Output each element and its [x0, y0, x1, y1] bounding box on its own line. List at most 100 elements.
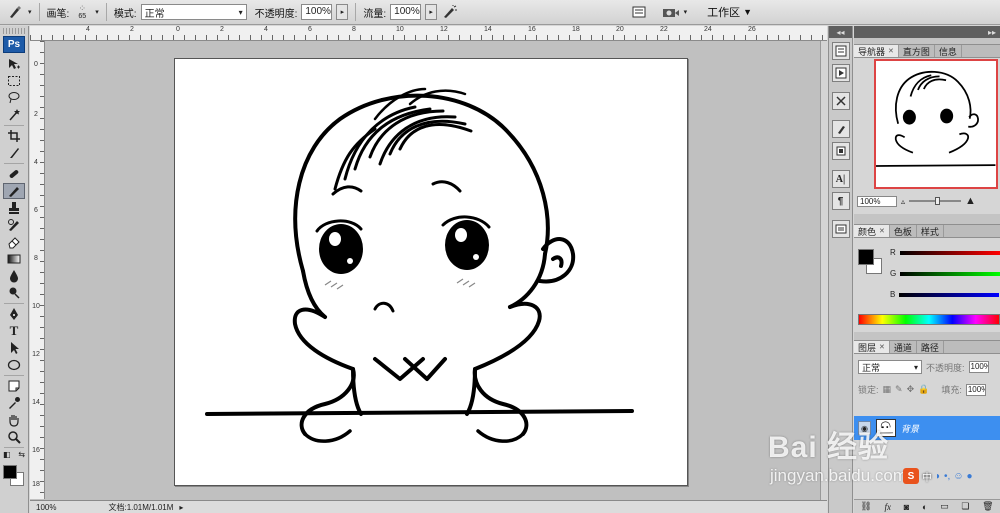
- shape-tool-icon[interactable]: [3, 357, 25, 373]
- close-icon[interactable]: ✕: [888, 47, 894, 55]
- fill-input[interactable]: 100%: [965, 383, 986, 396]
- lock-position-icon[interactable]: ✥: [907, 384, 915, 395]
- tab-channels[interactable]: 通道: [890, 341, 917, 353]
- brush-picker-arrow[interactable]: ▾: [95, 8, 99, 16]
- red-slider[interactable]: [899, 250, 1000, 255]
- lasso-tool-icon[interactable]: [3, 90, 25, 106]
- dodge-tool-icon[interactable]: [3, 285, 25, 301]
- paragraph-panel-icon[interactable]: ¶: [831, 192, 850, 210]
- tab-paths[interactable]: 路径: [917, 341, 944, 353]
- close-icon[interactable]: ✕: [879, 227, 885, 235]
- opacity-input[interactable]: 100%: [301, 4, 333, 20]
- brush-tool-icon[interactable]: [3, 183, 25, 199]
- brushes-panel-icon[interactable]: [831, 120, 850, 138]
- ps-logo[interactable]: Ps: [3, 36, 25, 53]
- flow-input[interactable]: 100%: [390, 4, 422, 20]
- brush-size-value: 65: [78, 12, 87, 20]
- navigator-zoom-input[interactable]: 100%: [857, 195, 897, 207]
- blue-slider[interactable]: [899, 292, 1000, 297]
- adjustment-layer-icon[interactable]: ◐: [922, 502, 927, 512]
- tab-color[interactable]: 颜色 ✕: [854, 225, 890, 237]
- slice-tool-icon[interactable]: [3, 145, 25, 161]
- move-tool-icon[interactable]: [3, 56, 25, 72]
- palette-well-icon[interactable]: [630, 3, 648, 21]
- clone-stamp-tool-icon[interactable]: [3, 200, 25, 216]
- horizontal-ruler[interactable]: 4 2 0 2 4 6 8 10 12 14 16 18 20 22 24 26: [30, 26, 827, 41]
- flow-slider-button[interactable]: ▸: [425, 4, 438, 20]
- path-select-tool-icon[interactable]: [3, 340, 25, 356]
- foreground-color-swatch[interactable]: [3, 465, 17, 479]
- brush-tool-icon[interactable]: [6, 3, 24, 21]
- link-layers-icon[interactable]: ⛓: [860, 501, 871, 512]
- default-colors-icon[interactable]: ◧: [3, 450, 11, 459]
- tab-layers[interactable]: 图层 ✕: [854, 341, 890, 353]
- layer-opacity-input[interactable]: 100%: [968, 361, 989, 373]
- crop-tool-icon[interactable]: [3, 128, 25, 144]
- healing-brush-tool-icon[interactable]: [3, 166, 25, 182]
- vertical-scrollbar[interactable]: [820, 41, 827, 500]
- ruler-number: 2: [130, 26, 134, 33]
- layer-row[interactable]: ◉ 背景: [854, 416, 1000, 440]
- new-group-icon[interactable]: ▭: [940, 501, 949, 512]
- history-brush-tool-icon[interactable]: [3, 217, 25, 233]
- swap-colors-icon[interactable]: ⇆: [18, 450, 25, 459]
- toolbar-separator: [4, 125, 24, 126]
- close-icon[interactable]: ✕: [879, 343, 885, 351]
- tab-label: 颜色: [858, 226, 877, 237]
- navigator-preview[interactable]: [874, 59, 998, 189]
- actions-panel-icon[interactable]: [831, 64, 850, 82]
- color-spectrum-bar[interactable]: [858, 314, 1000, 325]
- navigator-zoom-slider[interactable]: [909, 197, 962, 205]
- workspace-menu[interactable]: 工作区 ▼: [707, 4, 752, 20]
- layer-comps-icon[interactable]: [831, 220, 850, 238]
- type-tool-icon[interactable]: T: [3, 323, 25, 339]
- toolbar-grip[interactable]: [3, 28, 25, 34]
- document-canvas[interactable]: [174, 58, 688, 486]
- new-layer-icon[interactable]: ❏: [961, 501, 969, 512]
- panels-collapse-button[interactable]: ▸▸: [854, 26, 1000, 38]
- tab-styles[interactable]: 样式: [917, 225, 944, 237]
- eye-icon[interactable]: ◉: [858, 421, 871, 435]
- vertical-ruler[interactable]: 0 2 4 6 8 10 12 14 16 18: [30, 41, 45, 499]
- zoom-tool-icon[interactable]: [3, 429, 25, 445]
- tool-preset-arrow[interactable]: ▾: [28, 8, 32, 16]
- layer-mask-icon[interactable]: ◙: [904, 502, 909, 512]
- layer-style-icon[interactable]: fx: [885, 502, 892, 512]
- clone-source-icon[interactable]: [831, 142, 850, 160]
- marquee-tool-icon[interactable]: [3, 73, 25, 89]
- tab-navigator[interactable]: 导航器 ✕: [854, 45, 899, 57]
- dock-collapse-button[interactable]: ◂◂: [829, 26, 852, 38]
- character-panel-icon[interactable]: A|: [831, 170, 850, 188]
- zoom-in-icon[interactable]: ▲: [965, 195, 976, 207]
- bridge-arrow[interactable]: ▾: [684, 8, 688, 16]
- lock-all-icon[interactable]: 🔒: [918, 384, 929, 395]
- gradient-tool-icon[interactable]: [3, 251, 25, 267]
- opacity-slider-button[interactable]: ▸: [336, 4, 349, 20]
- zoom-out-icon[interactable]: ▵: [901, 197, 905, 206]
- tab-info[interactable]: 信息: [935, 45, 962, 57]
- history-panel-icon[interactable]: [831, 42, 850, 60]
- green-slider[interactable]: [900, 271, 1000, 276]
- brush-preset-picker[interactable]: ⁘ 65: [73, 3, 91, 21]
- quick-select-tool-icon[interactable]: [3, 107, 25, 123]
- delete-layer-icon[interactable]: 🗑: [982, 501, 993, 512]
- eraser-tool-icon[interactable]: [3, 234, 25, 250]
- blend-mode-select[interactable]: 正常 ▾: [858, 360, 922, 374]
- eyedropper-tool-icon[interactable]: [3, 395, 25, 411]
- hand-tool-icon[interactable]: [3, 412, 25, 428]
- airbrush-icon[interactable]: [441, 3, 459, 21]
- tool-presets-icon[interactable]: [831, 92, 850, 110]
- tab-swatches[interactable]: 色板: [890, 225, 917, 237]
- mode-select[interactable]: 正常 ▾: [140, 4, 247, 20]
- zoom-level[interactable]: 100%: [36, 503, 56, 512]
- status-menu-arrow[interactable]: ▸: [179, 503, 183, 512]
- notes-tool-icon[interactable]: [3, 378, 25, 394]
- bridge-icon[interactable]: [662, 3, 680, 21]
- tab-histogram[interactable]: 直方图: [899, 45, 935, 57]
- ruler-number: 6: [308, 26, 312, 33]
- lock-transparency-icon[interactable]: ▦: [883, 384, 892, 395]
- lock-image-icon[interactable]: ✎: [895, 384, 903, 395]
- pen-tool-icon[interactable]: [3, 306, 25, 322]
- blur-tool-icon[interactable]: [3, 268, 25, 284]
- foreground-color-swatch[interactable]: [858, 249, 874, 265]
